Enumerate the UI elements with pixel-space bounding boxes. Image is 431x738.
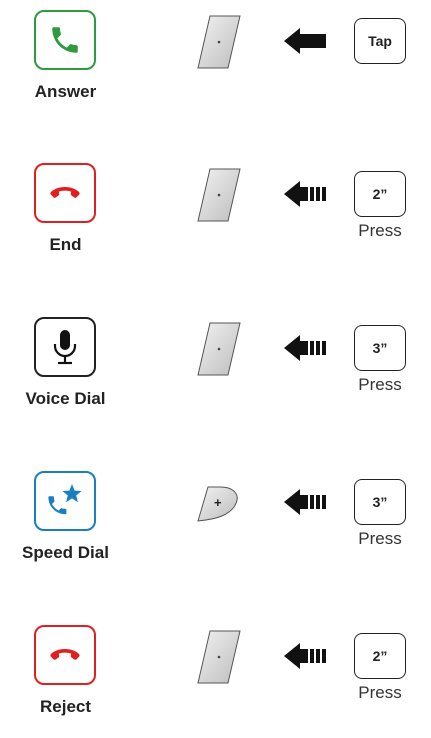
press-caption: Press: [358, 221, 402, 240]
slash-button-icon: [197, 322, 241, 376]
answer-icon-box: [34, 10, 96, 70]
slash-button-icon: [197, 630, 241, 684]
function-label-reject: Reject: [39, 697, 92, 716]
striped-arrow-left-icon: [284, 335, 326, 361]
press-caption: Press: [358, 683, 402, 702]
striped-arrow-left-icon: [284, 181, 326, 207]
key-duration-2: 2”: [354, 171, 406, 217]
row-answer: Answer Tap: [0, 10, 431, 110]
row-reject: Reject 2” Press: [0, 625, 431, 725]
phone-answer-icon: [52, 27, 78, 53]
function-label-speed-dial: Speed Dial: [22, 543, 109, 562]
key-duration-3: 3”: [354, 479, 406, 525]
slash-button-icon: [197, 15, 241, 69]
key-tap: Tap: [354, 18, 406, 64]
row-end: End 2” Press: [0, 163, 431, 263]
striped-arrow-left-icon: [284, 489, 326, 515]
microphone-icon: [53, 330, 77, 365]
key-duration-3: 3”: [354, 325, 406, 371]
function-label-end: End: [49, 235, 82, 254]
phone-hangup-icon: [50, 649, 80, 660]
speed-dial-icon-box: [34, 471, 96, 531]
function-label-answer: Answer: [34, 82, 97, 101]
key-duration-2: 2”: [354, 633, 406, 679]
svg-text:+: +: [214, 495, 222, 510]
press-caption: Press: [358, 529, 402, 548]
row-speed-dial: Speed Dial + 3” Press: [0, 471, 431, 571]
function-label-voice-dial: Voice Dial: [25, 389, 106, 408]
end-icon-box: [34, 163, 96, 223]
voice-dial-icon-box: [34, 317, 96, 377]
solid-arrow-left-icon: [284, 28, 326, 54]
phone-hangup-icon: [50, 187, 80, 198]
plus-button-icon: +: [197, 486, 238, 522]
striped-arrow-left-icon: [284, 643, 326, 669]
press-caption: Press: [358, 375, 402, 394]
reject-icon-box: [34, 625, 96, 685]
slash-button-icon: [197, 168, 241, 222]
row-voice-dial: Voice Dial 3” Press: [0, 317, 431, 417]
speed-dial-phone-star-icon: [48, 484, 82, 515]
